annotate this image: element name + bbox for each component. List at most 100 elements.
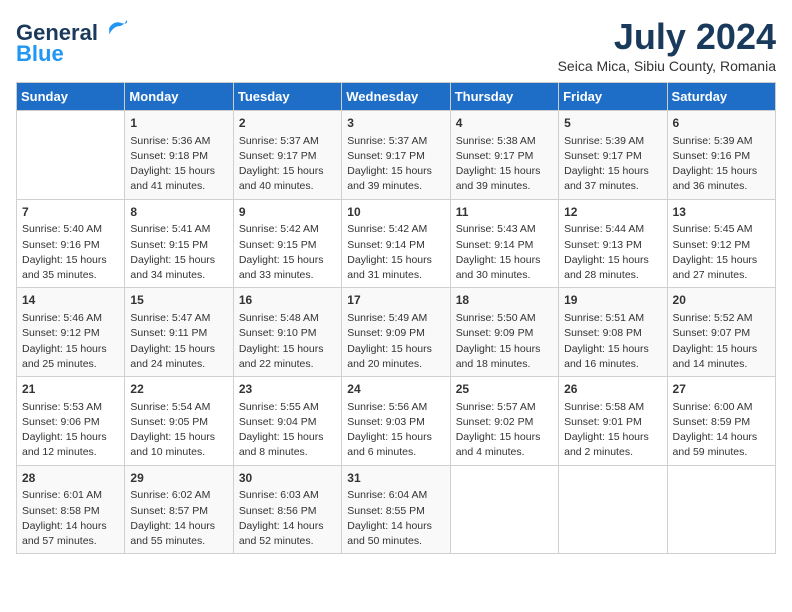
calendar-week-row: 21 Sunrise: 5:53 AM Sunset: 9:06 PM Dayli…: [17, 377, 776, 466]
calendar-cell: 2 Sunrise: 5:37 AM Sunset: 9:17 PM Daylig…: [233, 111, 341, 200]
day-number: 22: [130, 381, 227, 398]
calendar-cell: 6 Sunrise: 5:39 AM Sunset: 9:16 PM Daylig…: [667, 111, 775, 200]
day-info: Sunrise: 5:36 AM Sunset: 9:18 PM Dayligh…: [130, 134, 227, 195]
calendar-cell: 22 Sunrise: 5:54 AM Sunset: 9:05 PM Dayli…: [125, 377, 233, 466]
calendar-cell: 13Sunrise: 5:45 AM Sunset: 9:12 PM Dayli…: [667, 199, 775, 288]
day-info: Sunrise: 5:56 AM Sunset: 9:03 PM Dayligh…: [347, 400, 444, 461]
day-number: 31: [347, 470, 444, 487]
calendar-cell: 7Sunrise: 5:40 AM Sunset: 9:16 PM Daylig…: [17, 199, 125, 288]
day-info: Sunrise: 6:01 AM Sunset: 8:58 PM Dayligh…: [22, 488, 119, 549]
calendar-cell: 23Sunrise: 5:55 AM Sunset: 9:04 PM Dayli…: [233, 377, 341, 466]
day-number: 17: [347, 292, 444, 309]
day-info: Sunrise: 6:04 AM Sunset: 8:55 PM Dayligh…: [347, 488, 444, 549]
col-header-thursday: Thursday: [450, 83, 558, 111]
day-number: 21: [22, 381, 119, 398]
calendar-cell: [667, 465, 775, 554]
day-number: 27: [673, 381, 770, 398]
day-info: Sunrise: 5:52 AM Sunset: 9:07 PM Dayligh…: [673, 311, 770, 372]
day-number: 10: [347, 204, 444, 221]
day-number: 4: [456, 115, 553, 132]
day-number: 7: [22, 204, 119, 221]
col-header-tuesday: Tuesday: [233, 83, 341, 111]
calendar-cell: 4 Sunrise: 5:38 AM Sunset: 9:17 PM Daylig…: [450, 111, 558, 200]
day-info: Sunrise: 5:39 AM Sunset: 9:17 PM Dayligh…: [564, 134, 661, 195]
day-info: Sunrise: 5:51 AM Sunset: 9:08 PM Dayligh…: [564, 311, 661, 372]
col-header-sunday: Sunday: [17, 83, 125, 111]
calendar-table: SundayMondayTuesdayWednesdayThursdayFrid…: [16, 82, 776, 554]
calendar-week-row: 1 Sunrise: 5:36 AM Sunset: 9:18 PM Daylig…: [17, 111, 776, 200]
col-header-saturday: Saturday: [667, 83, 775, 111]
calendar-cell: 27 Sunrise: 6:00 AM Sunset: 8:59 PM Dayli…: [667, 377, 775, 466]
page-header: General Blue July 2024 Seica Mica, Sibiu…: [16, 16, 776, 74]
day-number: 11: [456, 204, 553, 221]
day-number: 13: [673, 204, 770, 221]
day-number: 25: [456, 381, 553, 398]
day-info: Sunrise: 5:42 AM Sunset: 9:15 PM Dayligh…: [239, 222, 336, 283]
calendar-cell: [559, 465, 667, 554]
col-header-friday: Friday: [559, 83, 667, 111]
day-info: Sunrise: 5:49 AM Sunset: 9:09 PM Dayligh…: [347, 311, 444, 372]
calendar-cell: 16 Sunrise: 5:48 AM Sunset: 9:10 PM Dayli…: [233, 288, 341, 377]
calendar-cell: 15 Sunrise: 5:47 AM Sunset: 9:11 PM Dayli…: [125, 288, 233, 377]
calendar-cell: 10Sunrise: 5:42 AM Sunset: 9:14 PM Dayli…: [342, 199, 450, 288]
day-number: 16: [239, 292, 336, 309]
logo-bird-icon: [106, 16, 130, 40]
day-info: Sunrise: 5:43 AM Sunset: 9:14 PM Dayligh…: [456, 222, 553, 283]
location-subtitle: Seica Mica, Sibiu County, Romania: [558, 58, 776, 74]
day-number: 1: [130, 115, 227, 132]
calendar-cell: 26Sunrise: 5:58 AM Sunset: 9:01 PM Dayli…: [559, 377, 667, 466]
day-number: 8: [130, 204, 227, 221]
day-info: Sunrise: 6:03 AM Sunset: 8:56 PM Dayligh…: [239, 488, 336, 549]
day-info: Sunrise: 5:47 AM Sunset: 9:11 PM Dayligh…: [130, 311, 227, 372]
day-info: Sunrise: 5:58 AM Sunset: 9:01 PM Dayligh…: [564, 400, 661, 461]
calendar-cell: 25Sunrise: 5:57 AM Sunset: 9:02 PM Dayli…: [450, 377, 558, 466]
calendar-cell: 14 Sunrise: 5:46 AM Sunset: 9:12 PM Dayli…: [17, 288, 125, 377]
day-number: 15: [130, 292, 227, 309]
calendar-cell: 9Sunrise: 5:42 AM Sunset: 9:15 PM Daylig…: [233, 199, 341, 288]
calendar-cell: 12Sunrise: 5:44 AM Sunset: 9:13 PM Dayli…: [559, 199, 667, 288]
day-number: 2: [239, 115, 336, 132]
day-number: 5: [564, 115, 661, 132]
calendar-cell: 20 Sunrise: 5:52 AM Sunset: 9:07 PM Dayli…: [667, 288, 775, 377]
day-info: Sunrise: 5:37 AM Sunset: 9:17 PM Dayligh…: [239, 134, 336, 195]
calendar-cell: [450, 465, 558, 554]
day-info: Sunrise: 5:42 AM Sunset: 9:14 PM Dayligh…: [347, 222, 444, 283]
calendar-cell: 3Sunrise: 5:37 AM Sunset: 9:17 PM Daylig…: [342, 111, 450, 200]
day-info: Sunrise: 5:39 AM Sunset: 9:16 PM Dayligh…: [673, 134, 770, 195]
day-number: 6: [673, 115, 770, 132]
day-number: 18: [456, 292, 553, 309]
day-info: Sunrise: 5:54 AM Sunset: 9:05 PM Dayligh…: [130, 400, 227, 461]
day-info: Sunrise: 5:38 AM Sunset: 9:17 PM Dayligh…: [456, 134, 553, 195]
calendar-cell: 5 Sunrise: 5:39 AM Sunset: 9:17 PM Daylig…: [559, 111, 667, 200]
day-number: 24: [347, 381, 444, 398]
day-info: Sunrise: 6:00 AM Sunset: 8:59 PM Dayligh…: [673, 400, 770, 461]
day-info: Sunrise: 5:53 AM Sunset: 9:06 PM Dayligh…: [22, 400, 119, 461]
day-info: Sunrise: 5:55 AM Sunset: 9:04 PM Dayligh…: [239, 400, 336, 461]
calendar-cell: 11Sunrise: 5:43 AM Sunset: 9:14 PM Dayli…: [450, 199, 558, 288]
month-title: July 2024: [558, 16, 776, 58]
day-info: Sunrise: 5:44 AM Sunset: 9:13 PM Dayligh…: [564, 222, 661, 283]
day-info: Sunrise: 5:45 AM Sunset: 9:12 PM Dayligh…: [673, 222, 770, 283]
day-number: 9: [239, 204, 336, 221]
col-header-monday: Monday: [125, 83, 233, 111]
day-info: Sunrise: 6:02 AM Sunset: 8:57 PM Dayligh…: [130, 488, 227, 549]
calendar-cell: 18 Sunrise: 5:50 AM Sunset: 9:09 PM Dayli…: [450, 288, 558, 377]
calendar-week-row: 28Sunrise: 6:01 AM Sunset: 8:58 PM Dayli…: [17, 465, 776, 554]
day-number: 14: [22, 292, 119, 309]
col-header-wednesday: Wednesday: [342, 83, 450, 111]
day-number: 30: [239, 470, 336, 487]
calendar-header-row: SundayMondayTuesdayWednesdayThursdayFrid…: [17, 83, 776, 111]
calendar-cell: 17 Sunrise: 5:49 AM Sunset: 9:09 PM Dayli…: [342, 288, 450, 377]
calendar-cell: 28Sunrise: 6:01 AM Sunset: 8:58 PM Dayli…: [17, 465, 125, 554]
day-info: Sunrise: 5:37 AM Sunset: 9:17 PM Dayligh…: [347, 134, 444, 195]
calendar-cell: 1 Sunrise: 5:36 AM Sunset: 9:18 PM Daylig…: [125, 111, 233, 200]
day-info: Sunrise: 5:46 AM Sunset: 9:12 PM Dayligh…: [22, 311, 119, 372]
calendar-cell: 19Sunrise: 5:51 AM Sunset: 9:08 PM Dayli…: [559, 288, 667, 377]
calendar-week-row: 7Sunrise: 5:40 AM Sunset: 9:16 PM Daylig…: [17, 199, 776, 288]
calendar-cell: 8Sunrise: 5:41 AM Sunset: 9:15 PM Daylig…: [125, 199, 233, 288]
day-number: 29: [130, 470, 227, 487]
day-info: Sunrise: 5:48 AM Sunset: 9:10 PM Dayligh…: [239, 311, 336, 372]
day-number: 20: [673, 292, 770, 309]
logo: General Blue: [16, 16, 130, 67]
day-info: Sunrise: 5:50 AM Sunset: 9:09 PM Dayligh…: [456, 311, 553, 372]
